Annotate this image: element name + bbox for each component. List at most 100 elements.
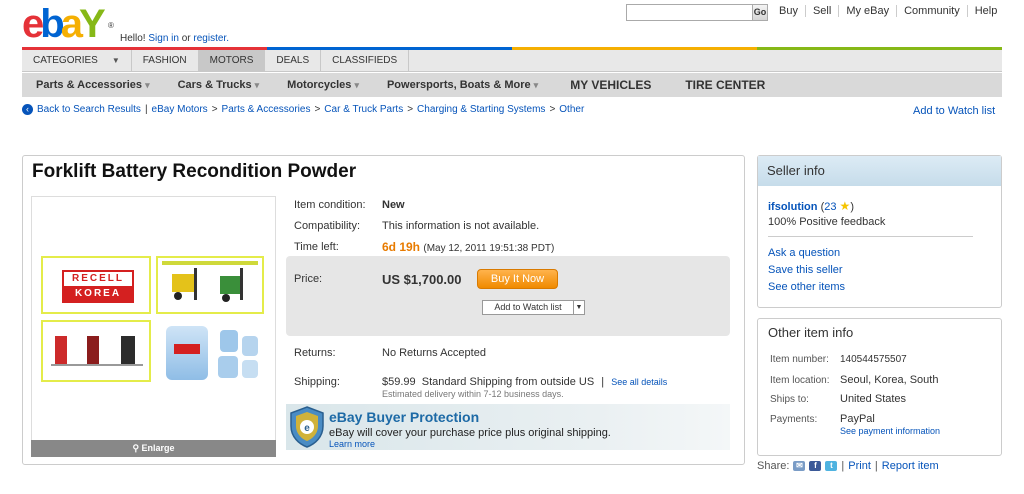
zoom-icon: ⚲ bbox=[132, 443, 140, 453]
ask-question-link[interactable]: Ask a question bbox=[768, 247, 840, 259]
motors-subnav: Parts & Accessories ▾ Cars & Trucks ▾ Mo… bbox=[22, 73, 1002, 97]
enlarge-button[interactable]: ⚲ Enlarge bbox=[31, 440, 276, 457]
seller-info-heading: Seller info bbox=[767, 163, 825, 178]
breadcrumb-item[interactable]: Parts & Accessories bbox=[222, 104, 311, 115]
twitter-icon[interactable]: t bbox=[825, 461, 838, 471]
brand-text: KOREA bbox=[64, 286, 132, 301]
chevron-down-icon: ▾ bbox=[254, 80, 260, 90]
tab-motors[interactable]: Motors bbox=[198, 50, 266, 71]
breadcrumb-item[interactable]: Car & Truck Parts bbox=[324, 104, 403, 115]
watchlist-label: Add to Watch list bbox=[494, 302, 562, 312]
subnav-powersports[interactable]: Powersports, Boats & More ▾ bbox=[373, 73, 552, 97]
save-seller-link[interactable]: Save this seller bbox=[768, 264, 843, 276]
other-info-heading: Other item info bbox=[768, 325, 854, 340]
protection-text: eBay will cover your purchase price plus… bbox=[329, 427, 611, 439]
svg-text:e: e bbox=[304, 423, 310, 434]
floor-line bbox=[51, 364, 143, 366]
logo-letter: a bbox=[60, 2, 83, 46]
bag-label bbox=[174, 344, 200, 354]
other-items-link[interactable]: See other items bbox=[768, 281, 845, 293]
top-link-help[interactable]: Help bbox=[966, 5, 1005, 17]
email-icon[interactable]: ✉ bbox=[793, 461, 806, 471]
register-link[interactable]: register. bbox=[193, 33, 229, 44]
breadcrumb-item[interactable]: Charging & Starting Systems bbox=[417, 104, 545, 115]
feedback-score-link[interactable]: 23 bbox=[824, 201, 836, 213]
item-image[interactable]: RECELL KOREA bbox=[31, 196, 276, 456]
shipping-label: Shipping: bbox=[294, 376, 340, 388]
delivery-estimate: Estimated delivery within 7-12 business … bbox=[382, 389, 564, 399]
watchlist-button[interactable]: Add to Watch list ▼ bbox=[482, 300, 585, 315]
subnav-motorcycles[interactable]: Motorcycles ▾ bbox=[273, 73, 373, 97]
positive-feedback: 100% Positive feedback bbox=[768, 216, 886, 228]
subnav-label: Motorcycles bbox=[287, 79, 352, 91]
tab-fashion[interactable]: Fashion bbox=[132, 50, 199, 71]
tab-label: Categories bbox=[33, 55, 98, 66]
item-number-label: Item number: bbox=[770, 354, 829, 365]
tab-classifieds[interactable]: Classifieds bbox=[321, 50, 410, 71]
item-location-label: Item location: bbox=[770, 375, 830, 386]
breadcrumb-separator: > bbox=[407, 104, 414, 115]
chevron-down-icon: ▾ bbox=[533, 80, 539, 90]
image-trucks-card bbox=[41, 320, 151, 382]
tab-categories[interactable]: Categories ▼ bbox=[22, 50, 132, 71]
pallet-truck-illustration bbox=[55, 336, 67, 364]
subnav-tire-center[interactable]: TIRE CENTER bbox=[665, 73, 779, 97]
top-link-sell[interactable]: Sell bbox=[804, 5, 838, 17]
tab-label: Deals bbox=[276, 55, 310, 66]
top-link-my-ebay[interactable]: My eBay bbox=[838, 5, 896, 17]
returns-value: No Returns Accepted bbox=[382, 347, 486, 359]
learn-more-link[interactable]: Learn more bbox=[329, 439, 375, 449]
shipping-details-link[interactable]: See all details bbox=[611, 377, 667, 387]
search-input[interactable] bbox=[627, 5, 752, 20]
seller-name-link[interactable]: ifsolution bbox=[768, 201, 818, 213]
payments-value: PayPal bbox=[840, 413, 875, 425]
breadcrumb-separator: > bbox=[314, 104, 321, 115]
forklift-wheel bbox=[174, 292, 182, 300]
share-label: Share: bbox=[757, 460, 790, 472]
facebook-icon[interactable]: f bbox=[809, 461, 822, 471]
seller-info-header: Seller info bbox=[758, 156, 1001, 186]
subnav-label: Parts & Accessories bbox=[36, 79, 142, 91]
tab-deals[interactable]: Deals bbox=[265, 50, 322, 71]
shipping-info: $59.99 Standard Shipping from outside US… bbox=[382, 376, 667, 388]
subnav-cars[interactable]: Cars & Trucks ▾ bbox=[164, 73, 274, 97]
subnav-label: Powersports, Boats & More bbox=[386, 79, 531, 91]
pallet-truck-illustration bbox=[87, 336, 99, 364]
top-link-buy[interactable]: Buy bbox=[772, 5, 805, 17]
image-forklifts-card bbox=[156, 256, 264, 314]
logo-letter: e bbox=[22, 2, 44, 46]
ebay-logo[interactable]: ebaY ® bbox=[22, 4, 114, 44]
ships-to-label: Ships to: bbox=[770, 394, 809, 405]
forklift-wheel bbox=[222, 294, 230, 302]
subnav-parts[interactable]: Parts & Accessories ▾ bbox=[22, 73, 164, 97]
logo-letter: Y bbox=[78, 2, 106, 46]
forklift-illustration bbox=[172, 274, 194, 292]
powder-bag-illustration bbox=[218, 356, 238, 378]
back-arrow-icon[interactable]: ‹ bbox=[22, 104, 33, 115]
sign-in-link[interactable]: Sign in bbox=[148, 33, 179, 44]
image-logo-card: RECELL KOREA bbox=[41, 256, 151, 314]
breadcrumb-item[interactable]: Other bbox=[559, 104, 584, 115]
subnav-my-vehicles[interactable]: MY VEHICLES bbox=[552, 73, 665, 97]
top-link-community[interactable]: Community bbox=[896, 5, 967, 17]
item-location-value: Seoul, Korea, South bbox=[840, 374, 939, 386]
report-item-link[interactable]: Report item bbox=[882, 460, 939, 472]
separator: | bbox=[841, 460, 845, 472]
chevron-down-icon[interactable]: ▼ bbox=[573, 301, 584, 314]
add-to-watchlist-link[interactable]: Add to Watch list bbox=[913, 105, 995, 117]
forklift-mast bbox=[194, 268, 197, 300]
divider bbox=[768, 236, 973, 237]
powder-bag-illustration bbox=[242, 336, 258, 356]
time-left: 6d 19h (May 12, 2011 19:51:38 PDT) bbox=[382, 240, 554, 254]
back-to-results-link[interactable]: Back to Search Results bbox=[37, 104, 141, 115]
breadcrumb-item[interactable]: eBay Motors bbox=[152, 104, 208, 115]
search-button[interactable]: Go bbox=[752, 5, 767, 20]
buy-it-now-button[interactable]: Buy It Now bbox=[477, 269, 558, 289]
top-search: Go bbox=[626, 4, 768, 21]
chevron-down-icon: ▼ bbox=[111, 56, 120, 65]
payment-info-link[interactable]: See payment information bbox=[840, 426, 940, 436]
print-link[interactable]: Print bbox=[848, 460, 871, 472]
greeting: Hello! Sign in or register. bbox=[120, 33, 229, 44]
forklift-mast bbox=[240, 268, 243, 300]
image-caption-bar bbox=[162, 261, 258, 265]
